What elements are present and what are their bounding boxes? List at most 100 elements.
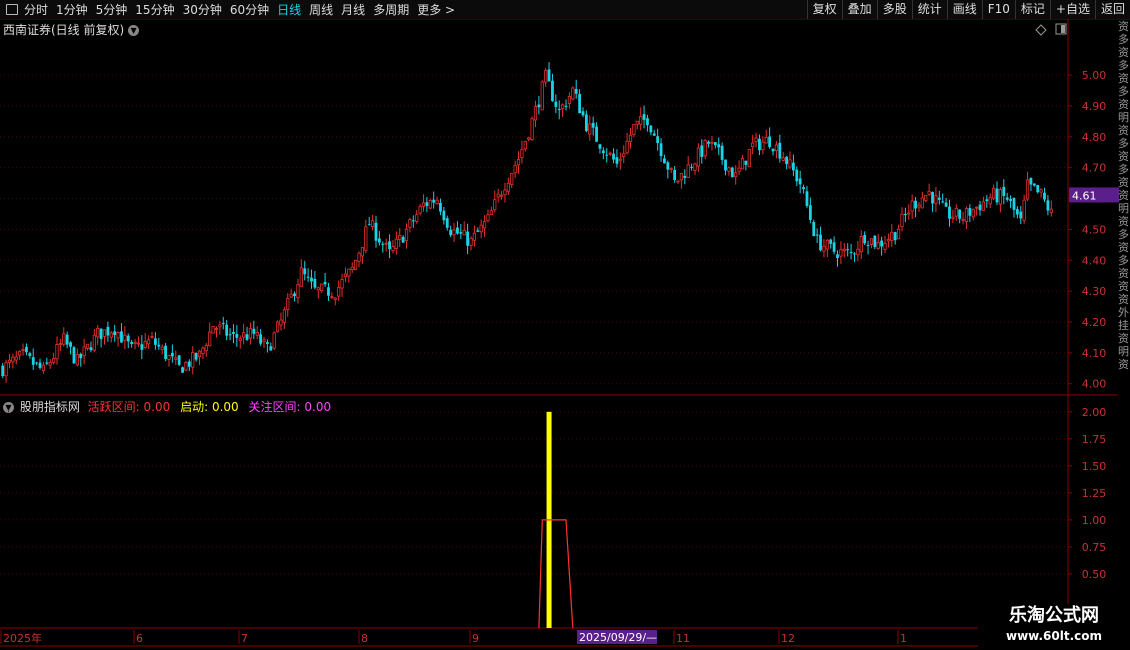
candle-body: [791, 162, 795, 171]
candle-body: [374, 222, 378, 241]
candle-body: [788, 159, 792, 168]
candle-body: [164, 345, 167, 360]
candle-body: [506, 182, 510, 192]
candle-body: [262, 339, 266, 343]
candle-body: [934, 195, 938, 204]
candle-body: [252, 328, 256, 334]
candle-body: [713, 142, 717, 146]
candle-body: [805, 191, 809, 206]
candle-body: [476, 230, 480, 232]
candle-body: [116, 332, 120, 339]
candle-body: [255, 332, 259, 336]
candle-body: [184, 362, 188, 371]
candle-body: [496, 193, 500, 198]
candle-body: [65, 334, 69, 345]
candle-body: [177, 355, 181, 365]
candle-body: [398, 234, 402, 240]
candle-body: [154, 338, 157, 345]
candle-body: [11, 356, 15, 363]
candle-body: [411, 220, 415, 222]
candle-body: [710, 141, 714, 144]
candle-body: [211, 326, 215, 334]
candle-body: [126, 335, 130, 342]
candle-body: [330, 296, 334, 299]
candle-body: [310, 277, 313, 282]
candle-body: [92, 334, 96, 351]
candle-body: [683, 175, 687, 178]
candle-body: [628, 134, 633, 143]
candle-body: [293, 293, 296, 297]
indicator-tick-label: 1.75: [1082, 433, 1107, 446]
candle-body: [771, 148, 775, 152]
candle-body: [62, 333, 66, 345]
candle-body: [370, 220, 375, 227]
candle-body: [327, 287, 330, 296]
candle-body: [489, 210, 493, 215]
candle-body: [533, 106, 538, 121]
candle-body: [849, 251, 853, 253]
candle-body: [452, 229, 456, 236]
candle-body: [886, 238, 891, 242]
candle-body: [639, 115, 643, 125]
candle-body: [880, 240, 884, 247]
candle-body: [693, 163, 697, 171]
candle-body: [890, 231, 894, 241]
candle-body: [58, 343, 62, 345]
candle-body: [873, 235, 877, 247]
candle-body: [75, 354, 79, 366]
indicator-tick-label: 1.50: [1082, 460, 1107, 473]
time-axis-label: 11: [676, 632, 690, 645]
candle-body: [846, 249, 850, 251]
candle-body: [347, 268, 351, 277]
candle-body: [364, 226, 368, 251]
candle-body: [829, 239, 833, 244]
candle-body: [170, 352, 174, 357]
candle-body: [449, 229, 453, 236]
candle-body: [815, 234, 819, 236]
time-axis-label: 1: [900, 632, 907, 645]
candle-body: [113, 331, 117, 336]
candle-body: [1019, 211, 1023, 219]
candle-body: [218, 324, 222, 328]
candle-body: [150, 335, 154, 338]
candle-body: [316, 287, 320, 291]
candle-body: [910, 200, 914, 212]
candle-body: [269, 346, 273, 351]
price-tick-label: 4.40: [1082, 254, 1107, 267]
kline-chart[interactable]: 5.004.904.804.704.604.504.404.304.204.10…: [0, 0, 1130, 650]
candle-body: [642, 114, 646, 120]
candle-body: [238, 338, 242, 341]
candle-body: [289, 293, 293, 298]
candle-body: [703, 139, 707, 157]
candle-body: [1029, 177, 1033, 185]
candle-body: [232, 331, 235, 334]
candle-body: [632, 124, 636, 135]
candle-body: [859, 236, 863, 253]
candle-body: [167, 355, 171, 360]
candle-body: [968, 208, 972, 216]
candle-body: [272, 332, 276, 349]
candle-body: [564, 105, 568, 107]
candle-body: [130, 342, 134, 344]
candle-body: [574, 89, 578, 94]
candle-body: [377, 238, 381, 243]
candle-body: [659, 143, 663, 157]
candle-body: [954, 208, 958, 217]
cursor-date-label: 2025/09/29/—: [579, 631, 657, 644]
candle-body: [985, 199, 989, 202]
candle-body: [961, 218, 965, 221]
candle-body: [781, 157, 785, 161]
candle-body: [391, 246, 395, 251]
candle-body: [1046, 200, 1050, 211]
candle-body: [707, 141, 710, 144]
candle-body: [282, 309, 286, 323]
candle-body: [143, 341, 147, 348]
candle-body: [673, 169, 677, 180]
candle-body: [941, 201, 945, 203]
candle-body: [337, 286, 341, 297]
candle-body: [96, 328, 100, 338]
candle-body: [55, 344, 59, 360]
candle-body: [354, 259, 358, 270]
time-axis-label: 6: [136, 632, 143, 645]
price-tick-label: 4.50: [1082, 223, 1107, 236]
